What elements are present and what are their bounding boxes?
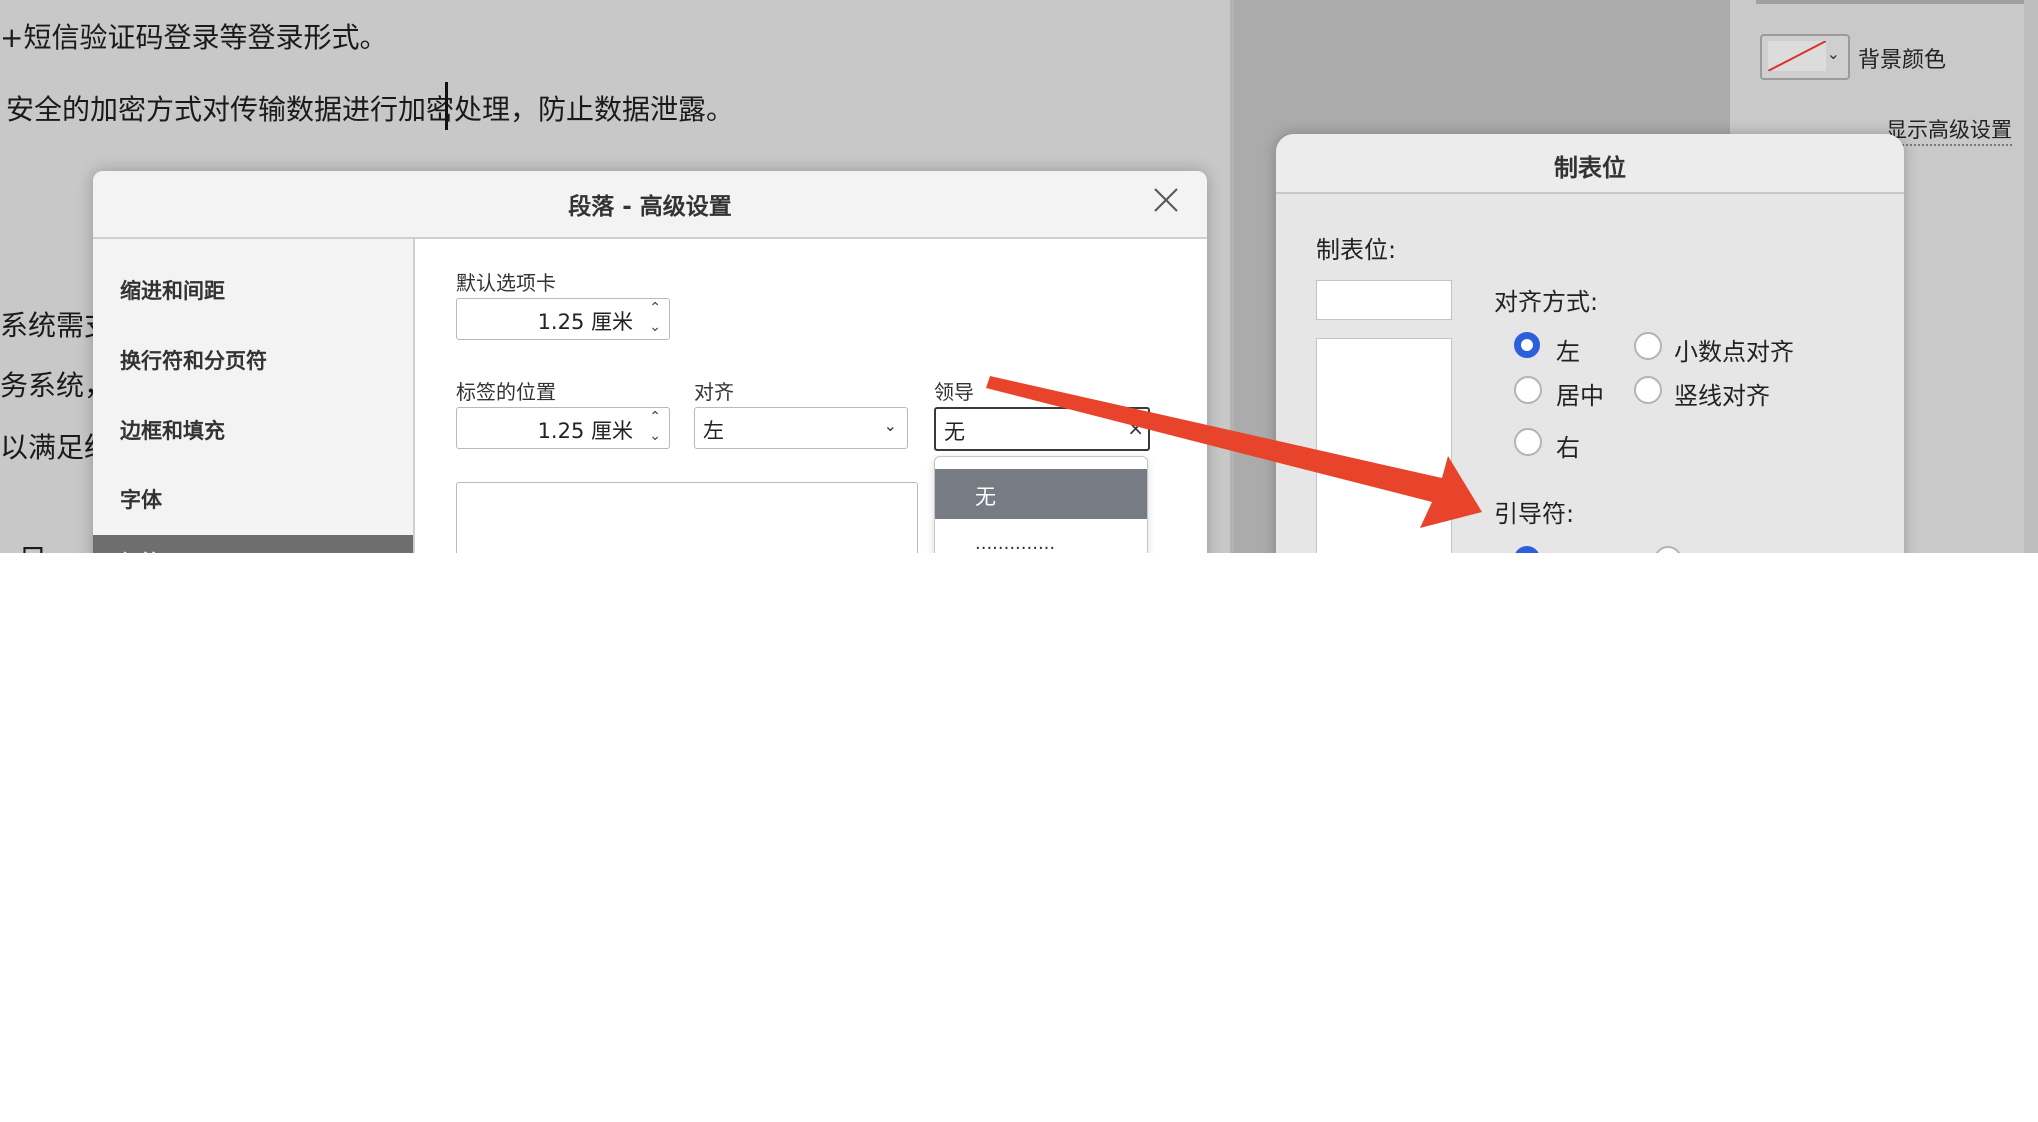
tab-position-value: 1.25 厘米: [537, 419, 633, 443]
option-label: 无: [975, 485, 996, 509]
document-text-line: +短信验证码登录等登录形式。: [0, 21, 388, 54]
default-tab-spinner[interactable]: 1.25 厘米 ⌃ ⌄: [456, 298, 670, 340]
tab-position-label: 标签的位置: [456, 380, 556, 404]
alignment-value: 左: [703, 419, 724, 443]
leader-select[interactable]: 无 ×: [934, 407, 1150, 451]
tab-stop-input[interactable]: [1316, 280, 1452, 320]
radio-bar-label: 竖线对齐: [1674, 382, 1770, 410]
chevron-down-icon: ⌄: [1826, 44, 1840, 63]
tab-stop-label: 制表位:: [1316, 236, 1397, 264]
option-label: ..............: [975, 533, 1056, 553]
default-tab-value: 1.25 厘米: [537, 310, 633, 334]
sidebar-item-indent-spacing[interactable]: 缩进和间距: [120, 275, 225, 305]
radio-leader-dots[interactable]: [1654, 546, 1682, 553]
panel-scrollbar[interactable]: [2024, 0, 2038, 553]
sidebar-item-tabs[interactable]: 标签: [93, 535, 413, 553]
radio-decimal-label: 小数点对齐: [1674, 338, 1794, 366]
background-color-picker[interactable]: ⌄: [1760, 34, 1850, 80]
alignment-label: 对齐: [694, 380, 734, 404]
leader-label: 引导符:: [1494, 500, 1575, 528]
radio-decimal[interactable]: [1634, 332, 1662, 360]
leader-dropdown-menu: 无 ..............: [934, 456, 1148, 553]
leader-value: 无: [944, 420, 965, 444]
chevron-down-icon: ⌄: [883, 416, 897, 435]
radio-bar[interactable]: [1634, 376, 1662, 404]
radio-center[interactable]: [1514, 376, 1542, 404]
dialog-titlebar[interactable]: 制表位: [1276, 134, 1904, 194]
radio-left[interactable]: [1514, 332, 1540, 358]
alignment-select[interactable]: 左 ⌄: [694, 407, 908, 449]
show-advanced-settings-link[interactable]: 显示高级设置: [1886, 114, 2012, 146]
document-text-fragment: - 目: [0, 538, 47, 553]
tab-stops-list[interactable]: [456, 482, 918, 553]
sidebar-item-line-page-breaks[interactable]: 换行符和分页符: [120, 345, 267, 375]
text-cursor: [445, 82, 448, 130]
default-tab-label: 默认选项卡: [456, 271, 556, 295]
leader-label: 领导: [934, 380, 974, 404]
spinner-arrows-icon[interactable]: ⌃ ⌄: [649, 408, 661, 446]
alignment-label: 对齐方式:: [1494, 288, 1599, 316]
radio-right[interactable]: [1514, 428, 1542, 456]
no-color-swatch-icon: [1768, 41, 1826, 71]
tab-position-spinner[interactable]: 1.25 厘米 ⌃ ⌄: [456, 407, 670, 449]
leader-option-dots[interactable]: ..............: [935, 519, 1147, 553]
screenshot-region: +短信验证码登录等登录形式。 安全的加密方式对传输数据进行加密处理，防止数据泄露…: [0, 0, 2038, 553]
dialog-title: 段落 - 高级设置: [568, 194, 732, 220]
radio-center-label: 居中: [1556, 382, 1604, 410]
document-text-line: 安全的加密方式对传输数据进行加密处理，防止数据泄露。: [6, 93, 735, 126]
sidebar-item-font[interactable]: 字体: [120, 484, 162, 514]
radio-leader-none[interactable]: [1514, 546, 1540, 553]
tab-stops-dialog: 制表位 制表位: 对齐方式: 左 小数点对齐 居中 竖线对齐 右 引导符:: [1276, 134, 1904, 553]
panel-control-edge: [1955, 0, 2025, 4]
background-color-label: 背景颜色: [1858, 48, 1947, 73]
paragraph-advanced-dialog: 段落 - 高级设置 缩进和间距 换行符和分页符 边框和填充 字体 标签 默认选项…: [93, 171, 1207, 553]
dialog-sidebar: 缩进和间距 换行符和分页符 边框和填充 字体 标签: [93, 239, 415, 553]
close-icon[interactable]: [1153, 185, 1179, 219]
dialog-title: 制表位: [1554, 154, 1626, 182]
clear-icon[interactable]: ×: [1127, 416, 1144, 440]
panel-control-edge: [1756, 0, 1981, 4]
sidebar-item-borders-fill[interactable]: 边框和填充: [120, 415, 225, 445]
sidebar-item-label: 标签: [120, 547, 162, 553]
spinner-arrows-icon[interactable]: ⌃ ⌄: [649, 299, 661, 337]
leader-option-none[interactable]: 无: [935, 469, 1147, 519]
tab-stop-list[interactable]: [1316, 338, 1452, 553]
radio-right-label: 右: [1556, 434, 1580, 462]
radio-left-label: 左: [1556, 338, 1580, 366]
dialog-titlebar[interactable]: 段落 - 高级设置: [93, 171, 1207, 239]
